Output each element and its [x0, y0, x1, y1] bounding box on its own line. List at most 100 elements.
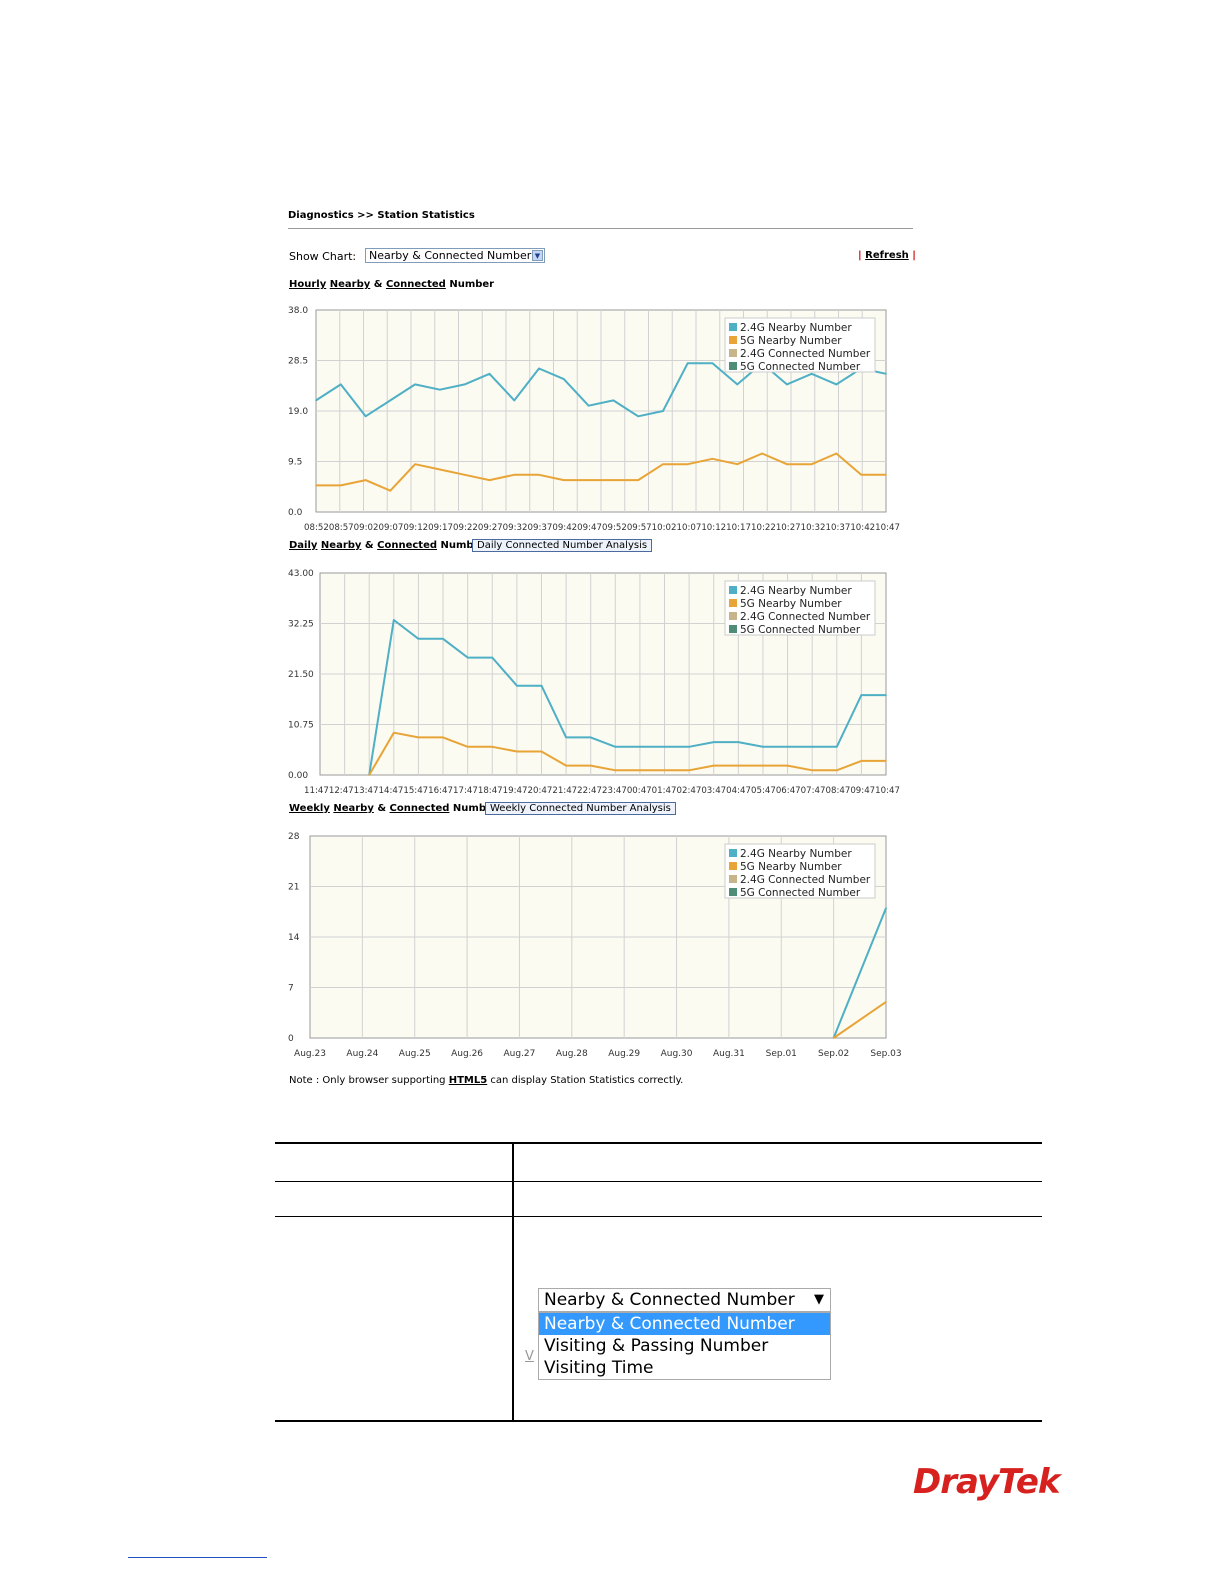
note-text: can display Station Statistics correctly…	[487, 1075, 684, 1086]
data-point	[540, 750, 543, 753]
data-point	[540, 684, 543, 687]
x-tick-label: Aug.29	[608, 1049, 640, 1059]
data-point	[811, 746, 813, 748]
data-point	[637, 479, 639, 481]
x-tick-label: Sep.02	[818, 1049, 849, 1059]
data-point	[835, 746, 838, 748]
data-point	[885, 760, 887, 762]
legend-label: 2.4G Nearby Number	[740, 585, 852, 597]
table-row-divider	[275, 1216, 1042, 1217]
weekly-analysis-button[interactable]: Weekly Connected Number Analysis	[485, 802, 676, 815]
chart-type-select[interactable]: Nearby & Connected Number ▼	[538, 1288, 831, 1312]
data-point	[786, 463, 788, 465]
legend-label: 2.4G Connected Number	[740, 611, 871, 623]
data-point	[516, 684, 518, 687]
data-point	[810, 463, 813, 465]
y-tick-label: 43.00	[288, 569, 314, 579]
legend-label: 2.4G Nearby Number	[740, 322, 852, 334]
data-point	[688, 769, 690, 772]
data-point	[663, 769, 666, 772]
legend-label: 5G Nearby Number	[740, 335, 842, 347]
title-word: Connected	[385, 279, 446, 290]
stray-char: V	[525, 1349, 534, 1364]
data-point	[663, 746, 666, 748]
data-point	[885, 694, 887, 696]
option-visiting-time[interactable]: Visiting Time	[539, 1357, 830, 1379]
data-point	[686, 463, 689, 465]
data-point	[364, 479, 367, 481]
x-tick-label: Aug.27	[504, 1049, 536, 1059]
option-nearby-connected[interactable]: Nearby & Connected Number	[539, 1313, 830, 1335]
data-point	[563, 378, 565, 380]
refresh-group: | Refresh |	[858, 250, 916, 261]
data-point	[587, 404, 590, 407]
data-point	[662, 410, 664, 412]
chevron-down-icon[interactable]: ▼	[532, 250, 543, 261]
legend-label: 5G Connected Number	[740, 624, 861, 636]
data-point	[712, 741, 715, 743]
data-point	[491, 656, 494, 659]
y-tick-label: 38.0	[288, 306, 308, 316]
data-point	[491, 746, 494, 748]
data-point	[614, 769, 617, 772]
show-chart-selected-value: Nearby & Connected Number	[369, 249, 532, 262]
data-point	[761, 452, 763, 455]
data-point	[835, 769, 838, 772]
refresh-link[interactable]: Refresh	[865, 250, 909, 261]
show-chart-label: Show Chart:	[289, 250, 357, 263]
x-tick-label: Aug.28	[556, 1049, 588, 1059]
y-tick-label: 21	[288, 883, 299, 893]
data-point	[786, 746, 789, 748]
y-tick-label: 28.5	[288, 357, 308, 367]
data-point	[835, 383, 838, 386]
data-point	[612, 399, 615, 402]
data-point	[662, 463, 664, 465]
title-word: Connected	[389, 803, 450, 814]
legend-swatch	[729, 599, 737, 607]
x-tick-label: Aug.24	[346, 1049, 378, 1059]
data-point	[614, 746, 617, 748]
data-point	[516, 750, 518, 753]
data-point	[711, 362, 714, 364]
legend-swatch	[729, 875, 737, 883]
legend-label: 2.4G Connected Number	[740, 874, 871, 886]
title-word: Connected	[377, 540, 438, 551]
legend-swatch	[729, 849, 737, 857]
table-column-divider	[512, 1143, 514, 1421]
data-point	[463, 473, 466, 476]
daily-chart: 43.00 32.25 21.50 10.75 0.00 11:4712:4713:471…	[288, 569, 900, 796]
daily-analysis-button[interactable]: Daily Connected Number Analysis	[472, 539, 653, 552]
y-tick-label: 0	[288, 1034, 294, 1044]
data-point	[639, 746, 641, 748]
table-top-border	[275, 1142, 1042, 1144]
data-point	[339, 484, 342, 487]
data-point	[712, 764, 715, 767]
caret-down-icon[interactable]: ▼	[814, 1289, 824, 1311]
legend-label: 5G Connected Number	[740, 361, 861, 373]
title-word: Hourly	[289, 279, 327, 290]
hourly-chart: 38.0 28.5 19.0 9.5 0.008:5208:5709:0209:0709…	[288, 306, 900, 533]
data-point	[463, 383, 466, 386]
title-word: Nearby	[333, 803, 374, 814]
data-point	[414, 463, 416, 465]
data-point	[538, 473, 540, 476]
data-point	[466, 746, 469, 748]
x-tick-label: Aug.31	[713, 1049, 745, 1059]
data-point	[442, 637, 444, 640]
legend-label: 5G Nearby Number	[740, 598, 842, 610]
option-visiting-passing[interactable]: Visiting & Passing Number	[539, 1335, 830, 1357]
x-tick-label: Aug.23	[294, 1049, 326, 1059]
title-word: Number	[449, 279, 495, 290]
show-chart-select[interactable]: Nearby & Connected Number ▼	[365, 248, 545, 263]
separator: |	[858, 250, 862, 261]
data-point	[612, 479, 615, 481]
data-point	[860, 694, 863, 696]
y-tick-label: 0.00	[288, 771, 308, 781]
html5-note: Note : Only browser supporting HTML5 can…	[289, 1075, 683, 1086]
chart-type-selected-value: Nearby & Connected Number	[544, 1290, 795, 1310]
data-point	[686, 362, 689, 364]
title-word: Nearby	[329, 279, 371, 290]
x-tick-labels: 08:5208:5709:0209:0709:1209:1709:2209:27…	[304, 523, 900, 533]
title-word: &	[377, 803, 387, 814]
note-text: Note : Only browser supporting	[289, 1075, 449, 1086]
